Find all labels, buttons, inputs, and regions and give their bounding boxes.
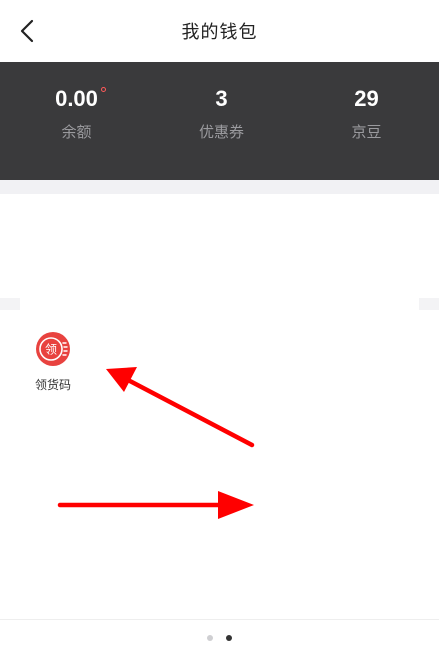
coupon-stat[interactable]: 3 优惠券 [149, 62, 294, 180]
balance-label: 余额 [61, 123, 92, 141]
annotation-arrowhead-horizontal [218, 491, 254, 519]
carousel-edge-left [0, 298, 20, 310]
icon-glyph: 领 [45, 343, 57, 357]
jingdou-value-wrap: 29 [354, 86, 378, 112]
jingdou-label: 京豆 [351, 123, 382, 141]
section-divider [0, 180, 439, 194]
grid-item-label: 领货码 [34, 378, 71, 392]
page-title: 我的钱包 [181, 22, 258, 43]
annotation-arrow-diagonal [125, 377, 255, 448]
grid-item-receive-code[interactable]: 领 领货码 [28, 330, 78, 393]
jingdou-stat[interactable]: 29 京豆 [294, 62, 439, 180]
wallet-stats: 0.00 余额 3 优惠券 29 京豆 [0, 62, 439, 180]
carousel-edge-right [419, 298, 439, 310]
carousel-pager [0, 632, 439, 644]
balance-value: 0.00 [55, 86, 98, 111]
wallet-page: 我的钱包 0.00 余额 3 优惠券 29 京豆 领 领货码 [0, 0, 439, 653]
annotation-arrowhead-diagonal [106, 367, 137, 392]
pager-dot[interactable] [207, 635, 213, 641]
chevron-left-icon [20, 19, 34, 43]
coupon-value: 3 [215, 86, 228, 111]
footer-divider [0, 619, 439, 620]
header-bar: 我的钱包 [0, 0, 439, 62]
balance-stat[interactable]: 0.00 余额 [0, 62, 149, 180]
balance-value-wrap: 0.00 [55, 86, 106, 112]
jingdou-value: 29 [354, 86, 379, 111]
receive-code-icon: 领 [36, 332, 70, 366]
notification-dot [100, 87, 106, 92]
coupon-label: 优惠券 [198, 123, 244, 141]
pager-dot-active[interactable] [226, 635, 232, 641]
coupon-value-wrap: 3 [215, 86, 227, 112]
back-button[interactable] [10, 13, 46, 49]
